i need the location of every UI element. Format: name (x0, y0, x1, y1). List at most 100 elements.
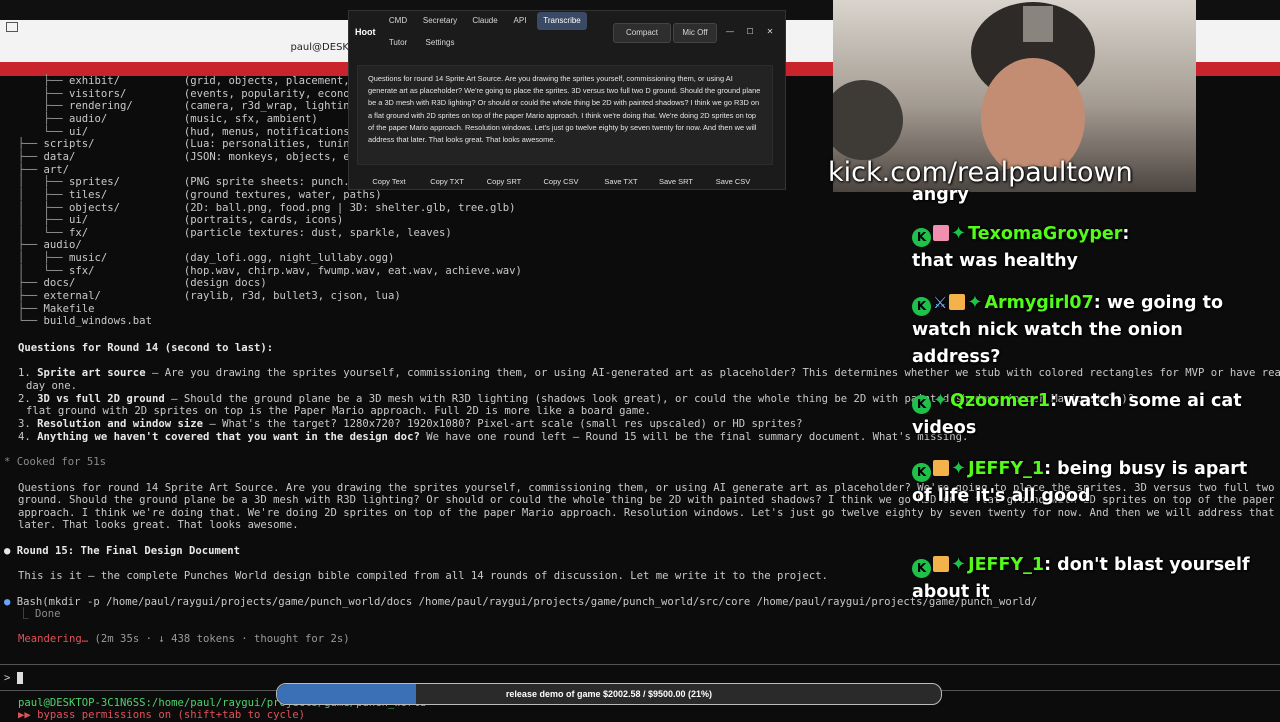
file-tree-desc: (events, popularity, economy) (183, 87, 369, 100)
tree-branch: │ ├── (18, 176, 70, 189)
file-tree-desc: (raylib, r3d, bullet3, cjson, lua) (183, 290, 401, 303)
save-txt-button[interactable]: Save TXT (595, 175, 647, 189)
kick-badge-icon: K (912, 559, 931, 578)
tab-secretary[interactable]: Secretary (419, 12, 461, 30)
question-2-title: 3D vs full 2D ground (37, 393, 165, 405)
tree-branch: │ ├── (18, 188, 70, 201)
tree-branch: ├── (18, 87, 70, 100)
meandering-label: Meandering… (18, 633, 89, 645)
mic-off-button[interactable]: Mic Off (673, 23, 717, 43)
chat-username: JEFFY_1 (968, 555, 1045, 575)
tree-branch: ├── (18, 239, 44, 252)
round15-description: This is it — the complete Punches World … (18, 570, 829, 582)
file-tree-name: build_windows.bat (43, 315, 152, 328)
chat-message: K ✦ TexomaGroyper: that was healthy (912, 220, 1272, 275)
question-3: 3. Resolution and window size — What's t… (18, 418, 803, 430)
tree-branch: └── (18, 125, 70, 138)
hoot-title: Hoot (355, 27, 376, 37)
tree-branch: │ ├── (18, 214, 70, 227)
round15-text: Round 15: The Final Design Document (16, 545, 240, 557)
prompt-divider-top (0, 664, 1280, 665)
tab-claude[interactable]: Claude (469, 12, 501, 30)
close-button[interactable]: ✕ (763, 23, 777, 41)
tree-branch: ├── (18, 302, 44, 315)
save-csv-button[interactable]: Save CSV (707, 175, 759, 189)
file-tree-entry: │ ├── ui/ (portraits, cards, icons) (18, 214, 343, 227)
hoot-window: Hoot CMD Secretary Claude API Transcribe… (348, 10, 786, 190)
file-tree-entry: ├── art/ (18, 164, 184, 177)
file-tree-desc: (design docs) (183, 277, 267, 290)
compact-button[interactable]: Compact (613, 23, 671, 43)
tab-tutor[interactable]: Tutor (385, 34, 411, 52)
file-tree-desc: (portraits, cards, icons) (183, 214, 344, 227)
tree-branch: │ ├── (18, 201, 70, 214)
tab-cmd[interactable]: CMD (385, 12, 411, 30)
tree-branch: ├── (18, 290, 44, 303)
file-tree-name: sfx/ (69, 264, 95, 277)
file-tree-desc: (hop.wav, chirp.wav, fwump.wav, eat.wav,… (183, 264, 522, 277)
tab-settings[interactable]: Settings (419, 34, 461, 52)
gift-badge-icon (933, 460, 949, 476)
tree-branch: ├── (18, 150, 44, 163)
maximize-button[interactable]: ☐ (743, 23, 757, 41)
kick-badge-icon: K (912, 297, 931, 316)
copy-srt-button[interactable]: Copy SRT (479, 175, 529, 189)
copy-txt-button[interactable]: Copy TXT (421, 175, 473, 189)
user-message-line-4: later. That looks great. That looks awes… (18, 519, 299, 531)
bash-command-text: Bash(mkdir -p /home/paul/raygui/projects… (16, 596, 1038, 608)
subscriber-badge-icon: ✦ (951, 458, 967, 479)
copy-csv-button[interactable]: Copy CSV (535, 175, 587, 189)
file-tree-desc: (particle textures: dust, sparkle, leave… (183, 226, 452, 239)
file-tree-entry: ├── exhibit/ (grid, objects, placement, … (18, 75, 388, 88)
chat-message: angry (912, 182, 1272, 209)
question-1-title: Sprite art source (37, 367, 146, 379)
file-tree-entry: │ ├── sprites/ (PNG sprite sheets: punch… (18, 176, 388, 189)
gift-badge-icon (949, 294, 966, 310)
file-tree-entry: ├── rendering/ (camera, r3d_wrap, lighti… (18, 100, 388, 113)
tree-branch: ├── (18, 112, 70, 125)
chat-message: K ✦ JEFFY_1: being busy is apart of life i… (912, 455, 1272, 510)
file-tree-entry: ├── scripts/ (Lua: personalities, tuning… (18, 138, 388, 151)
tree-branch: ├── (18, 163, 44, 176)
save-srt-button[interactable]: Save SRT (651, 175, 701, 189)
kick-badge-icon: K (912, 463, 931, 482)
file-tree-name: objects/ (69, 201, 121, 214)
question-3-title: Resolution and window size (37, 418, 203, 430)
minimize-button[interactable]: — (723, 23, 737, 41)
file-tree-entry: ├── Makefile (18, 303, 184, 316)
chat-username: Qzoomer1 (950, 391, 1051, 411)
question-3-text: — What's the target? 1280x720? 1920x1080… (202, 418, 803, 430)
file-tree-entry: ├── data/ (JSON: monkeys, objects, exhib… (18, 151, 388, 164)
donation-goal-text: release demo of game $2002.58 / $9500.00… (505, 689, 713, 699)
question-1-cont: day one. (26, 380, 78, 392)
tree-branch: ├── (18, 138, 44, 151)
file-tree-name: data/ (43, 150, 76, 163)
file-tree-desc: (2D: ball.png, food.png | 3D: shelter.gl… (183, 201, 516, 214)
file-tree-entry: ├── visitors/ (events, popularity, econo… (18, 88, 369, 101)
question-4: 4. Anything we haven't covered that you … (18, 431, 969, 443)
question-2-cont: flat ground with 2D sprites on top is th… (26, 405, 652, 417)
file-tree-name: exhibit/ (69, 75, 121, 87)
file-tree-name: fx/ (69, 226, 89, 239)
tree-branch: │ └── (18, 264, 70, 277)
subscriber-badge-icon: ✦ (951, 554, 967, 575)
meandering-stats: (2m 35s · ↓ 438 tokens · thought for 2s) (88, 633, 350, 645)
file-tree-entry: │ └── sfx/ (hop.wav, chirp.wav, fwump.wa… (18, 265, 522, 278)
tree-branch: └── (18, 315, 44, 328)
transcript-text[interactable]: Questions for round 14 Sprite Art Source… (357, 65, 773, 165)
tab-api[interactable]: API (509, 12, 531, 30)
file-tree-entry: └── build_windows.bat (18, 315, 184, 328)
file-tree-entry: │ └── fx/ (particle textures: dust, spar… (18, 227, 452, 240)
file-tree-name: visitors/ (69, 87, 127, 100)
file-tree-name: music/ (69, 252, 108, 265)
tree-branch: ├── (18, 277, 44, 290)
bash-done-text: Done (34, 608, 61, 620)
copy-text-button[interactable]: Copy Text (363, 175, 415, 189)
chat-username: TexomaGroyper (968, 224, 1123, 244)
prompt-input[interactable]: > _ (4, 672, 24, 685)
file-tree-name: external/ (43, 290, 101, 303)
file-tree-name: sprites/ (69, 176, 121, 189)
file-tree-name: rendering/ (69, 100, 133, 113)
file-tree-name: scripts/ (43, 138, 95, 151)
tab-transcribe[interactable]: Transcribe (537, 12, 587, 30)
